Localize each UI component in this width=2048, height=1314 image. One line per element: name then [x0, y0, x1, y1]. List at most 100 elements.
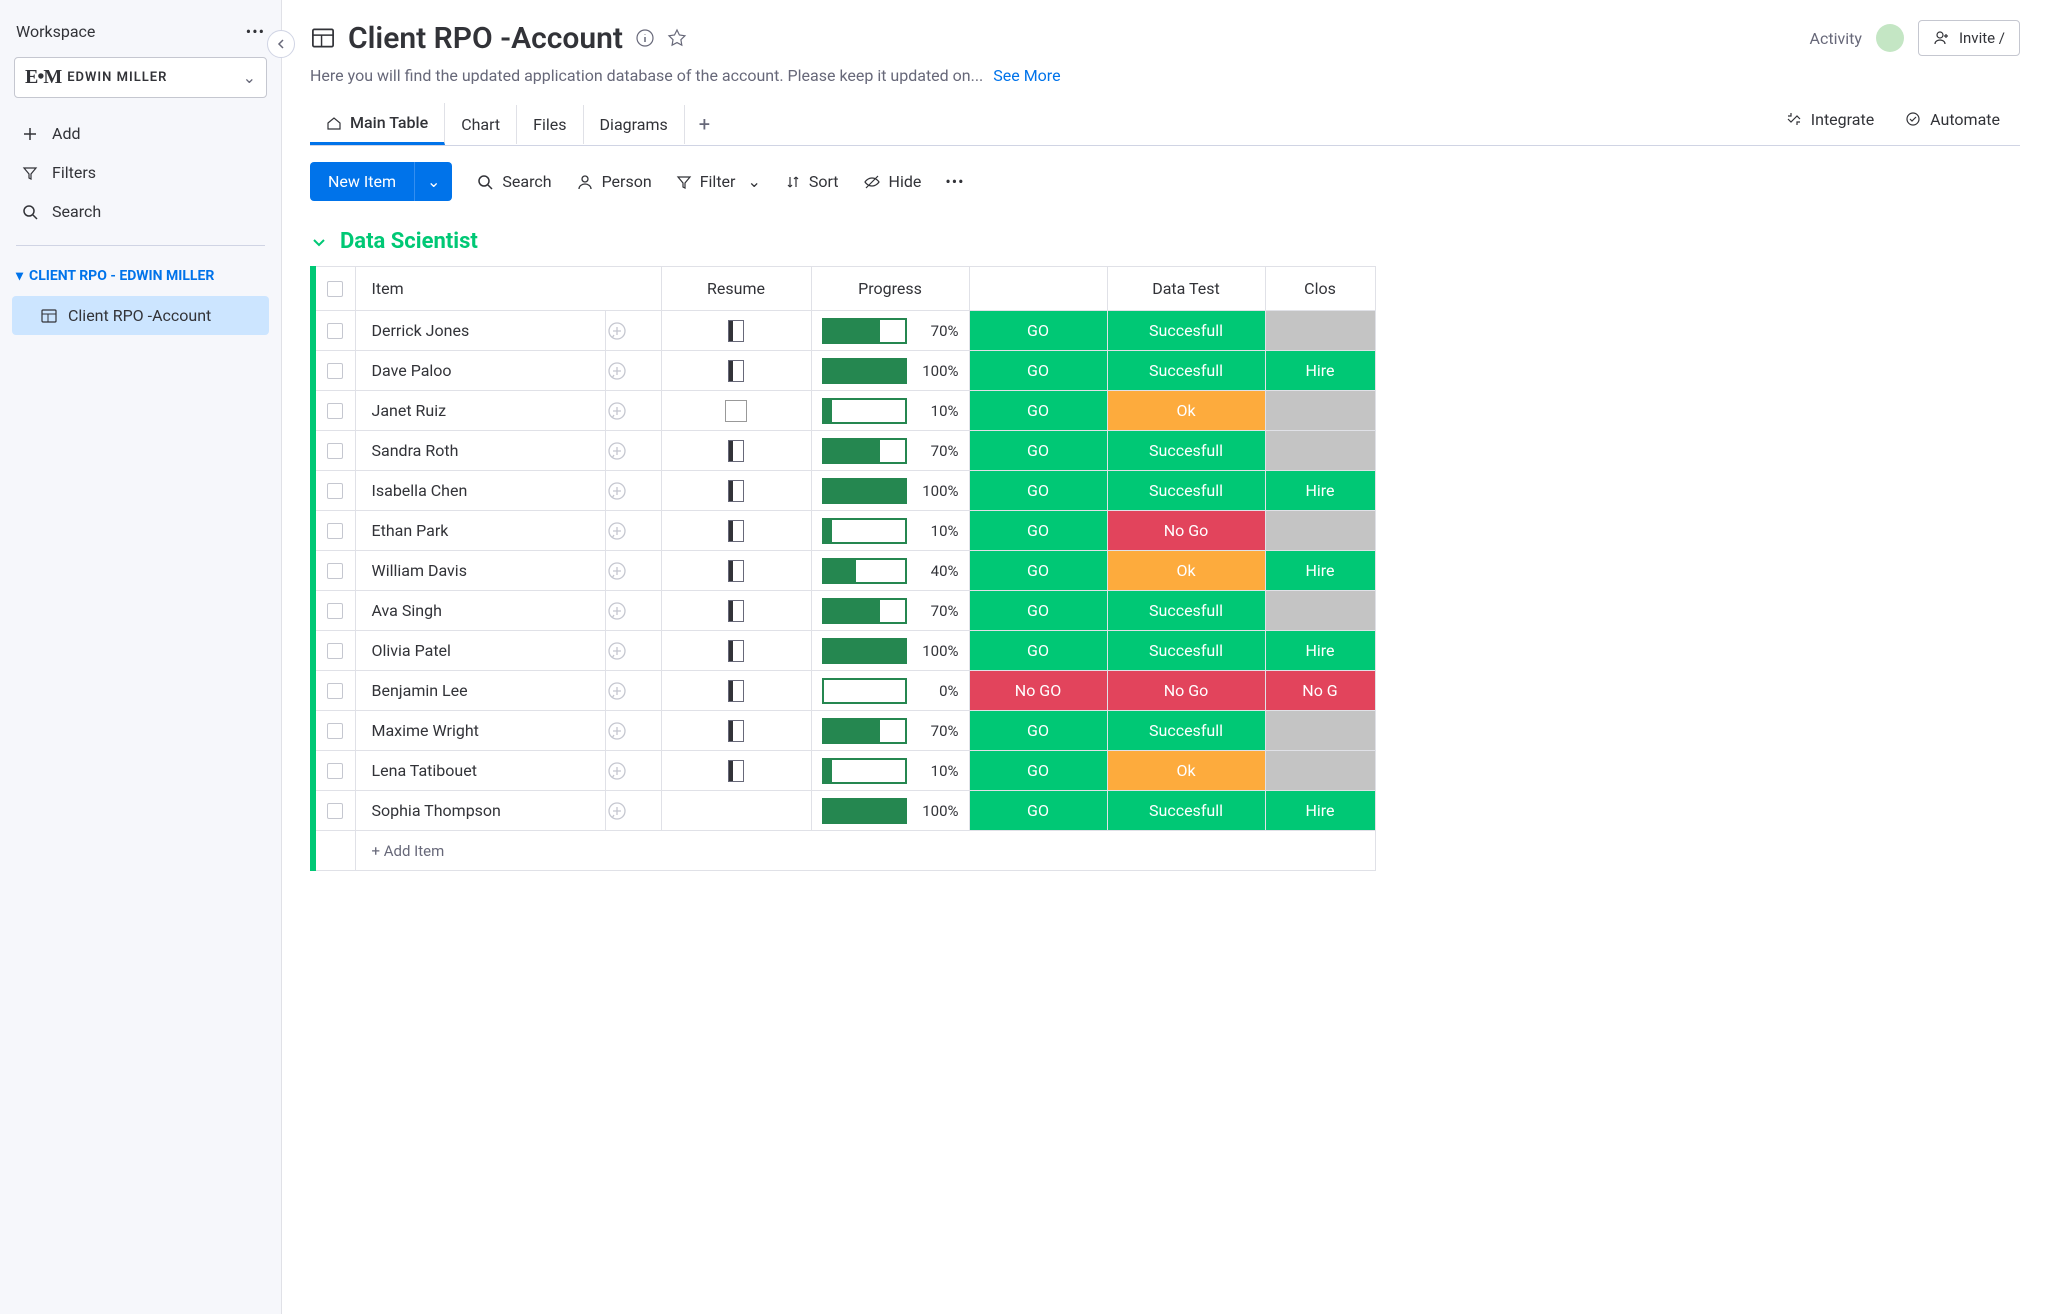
- select-all-header[interactable]: [313, 267, 355, 311]
- conversation-button[interactable]: [605, 591, 661, 631]
- resume-cell[interactable]: [661, 391, 811, 431]
- row-checkbox[interactable]: [313, 431, 355, 471]
- row-checkbox[interactable]: [313, 591, 355, 631]
- closing-status[interactable]: [1265, 751, 1375, 791]
- resume-cell[interactable]: [661, 671, 811, 711]
- document-thumb-icon[interactable]: [725, 400, 747, 422]
- conversation-button[interactable]: [605, 471, 661, 511]
- analysis-status[interactable]: GO: [969, 591, 1107, 631]
- resume-cell[interactable]: [661, 791, 811, 831]
- progress-cell[interactable]: 10%: [811, 511, 969, 551]
- workspace-selector[interactable]: E•M EDWIN MILLER ⌄: [14, 57, 267, 98]
- resume-cell[interactable]: [661, 511, 811, 551]
- resume-cell[interactable]: [661, 551, 811, 591]
- document-thumb-icon[interactable]: [728, 680, 744, 702]
- item-name-cell[interactable]: Maxime Wright: [355, 711, 605, 751]
- group-title[interactable]: Data Scientist: [340, 229, 478, 254]
- info-icon[interactable]: [635, 28, 655, 48]
- progress-cell[interactable]: 70%: [811, 711, 969, 751]
- item-name-cell[interactable]: Benjamin Lee: [355, 671, 605, 711]
- row-checkbox[interactable]: [313, 791, 355, 831]
- table-row[interactable]: Dave Paloo100%GOSuccesfullHire: [313, 351, 1375, 391]
- closing-status[interactable]: [1265, 591, 1375, 631]
- item-name-cell[interactable]: Derrick Jones: [355, 311, 605, 351]
- closing-status[interactable]: Hire: [1265, 551, 1375, 591]
- resume-cell[interactable]: [661, 311, 811, 351]
- column-item[interactable]: Item: [355, 267, 661, 311]
- datatest-status[interactable]: Succesfull: [1107, 591, 1265, 631]
- analysis-status[interactable]: GO: [969, 751, 1107, 791]
- datatest-status[interactable]: Succesfull: [1107, 351, 1265, 391]
- progress-cell[interactable]: 100%: [811, 471, 969, 511]
- conversation-button[interactable]: [605, 431, 661, 471]
- resume-cell[interactable]: [661, 591, 811, 631]
- table-row[interactable]: Sandra Roth70%GOSuccesfull: [313, 431, 1375, 471]
- conversation-button[interactable]: [605, 751, 661, 791]
- add-view-button[interactable]: +: [685, 106, 724, 142]
- document-thumb-icon[interactable]: [728, 360, 744, 382]
- document-thumb-icon[interactable]: [728, 440, 744, 462]
- column-resume[interactable]: Resume: [661, 267, 811, 311]
- search-button[interactable]: Search: [476, 172, 551, 191]
- column-progress[interactable]: Progress: [811, 267, 969, 311]
- closing-status[interactable]: Hire: [1265, 631, 1375, 671]
- progress-cell[interactable]: 70%: [811, 311, 969, 351]
- analysis-status[interactable]: GO: [969, 311, 1107, 351]
- column-analysis[interactable]: Analysis: [969, 267, 1107, 311]
- progress-cell[interactable]: 100%: [811, 631, 969, 671]
- integrate-button[interactable]: Integrate: [1785, 110, 1874, 139]
- add-item-button[interactable]: + Add Item: [355, 831, 1375, 871]
- datatest-status[interactable]: Succesfull: [1107, 711, 1265, 751]
- analysis-status[interactable]: GO: [969, 471, 1107, 511]
- item-name-cell[interactable]: Ethan Park: [355, 511, 605, 551]
- closing-status[interactable]: [1265, 391, 1375, 431]
- item-name-cell[interactable]: Sophia Thompson: [355, 791, 605, 831]
- row-checkbox[interactable]: [313, 711, 355, 751]
- table-row[interactable]: Maxime Wright70%GOSuccesfull: [313, 711, 1375, 751]
- progress-cell[interactable]: 10%: [811, 751, 969, 791]
- resume-cell[interactable]: [661, 351, 811, 391]
- datatest-status[interactable]: Ok: [1107, 391, 1265, 431]
- invite-button[interactable]: Invite /: [1918, 20, 2020, 56]
- conversation-button[interactable]: [605, 671, 661, 711]
- closing-status[interactable]: Hire: [1265, 351, 1375, 391]
- datatest-status[interactable]: No Go: [1107, 671, 1265, 711]
- row-checkbox[interactable]: [313, 351, 355, 391]
- table-row[interactable]: Ethan Park 10%GONo Go: [313, 511, 1375, 551]
- datatest-status[interactable]: Succesfull: [1107, 631, 1265, 671]
- item-name-cell[interactable]: Dave Paloo: [355, 351, 605, 391]
- analysis-status[interactable]: GO: [969, 511, 1107, 551]
- collapse-sidebar-button[interactable]: [267, 30, 295, 58]
- see-more-link[interactable]: See More: [993, 66, 1060, 85]
- progress-cell[interactable]: 10%: [811, 391, 969, 431]
- conversation-button[interactable]: [605, 631, 661, 671]
- automate-button[interactable]: Automate: [1904, 110, 2000, 139]
- more-options-button[interactable]: •••: [945, 172, 964, 191]
- column-closing[interactable]: Clos: [1265, 267, 1375, 311]
- tab-chart[interactable]: Chart: [445, 105, 517, 144]
- filter-button[interactable]: Filter⌄: [676, 172, 761, 191]
- new-item-button[interactable]: New Item: [310, 162, 414, 201]
- conversation-button[interactable]: [605, 551, 661, 591]
- closing-status[interactable]: [1265, 711, 1375, 751]
- row-checkbox[interactable]: [313, 631, 355, 671]
- datatest-status[interactable]: No Go: [1107, 511, 1265, 551]
- table-row[interactable]: William Davis40%GOOkHire: [313, 551, 1375, 591]
- analysis-status[interactable]: GO: [969, 791, 1107, 831]
- row-checkbox[interactable]: [313, 751, 355, 791]
- document-thumb-icon[interactable]: [728, 600, 744, 622]
- conversation-button[interactable]: [605, 791, 661, 831]
- item-name-cell[interactable]: Isabella Chen: [355, 471, 605, 511]
- analysis-status[interactable]: GO: [969, 631, 1107, 671]
- sidebar-filters-button[interactable]: Filters: [12, 153, 269, 192]
- datatest-status[interactable]: Ok: [1107, 551, 1265, 591]
- chevron-down-icon[interactable]: [310, 233, 328, 251]
- tab-files[interactable]: Files: [517, 105, 583, 144]
- progress-cell[interactable]: 100%: [811, 351, 969, 391]
- table-row[interactable]: Benjamin Lee0%No GONo GoNo G: [313, 671, 1375, 711]
- document-thumb-icon[interactable]: [728, 520, 744, 542]
- table-row[interactable]: Janet Ruiz10%GOOk: [313, 391, 1375, 431]
- row-checkbox[interactable]: [313, 391, 355, 431]
- progress-cell[interactable]: 70%: [811, 591, 969, 631]
- sidebar-add-button[interactable]: Add: [12, 114, 269, 153]
